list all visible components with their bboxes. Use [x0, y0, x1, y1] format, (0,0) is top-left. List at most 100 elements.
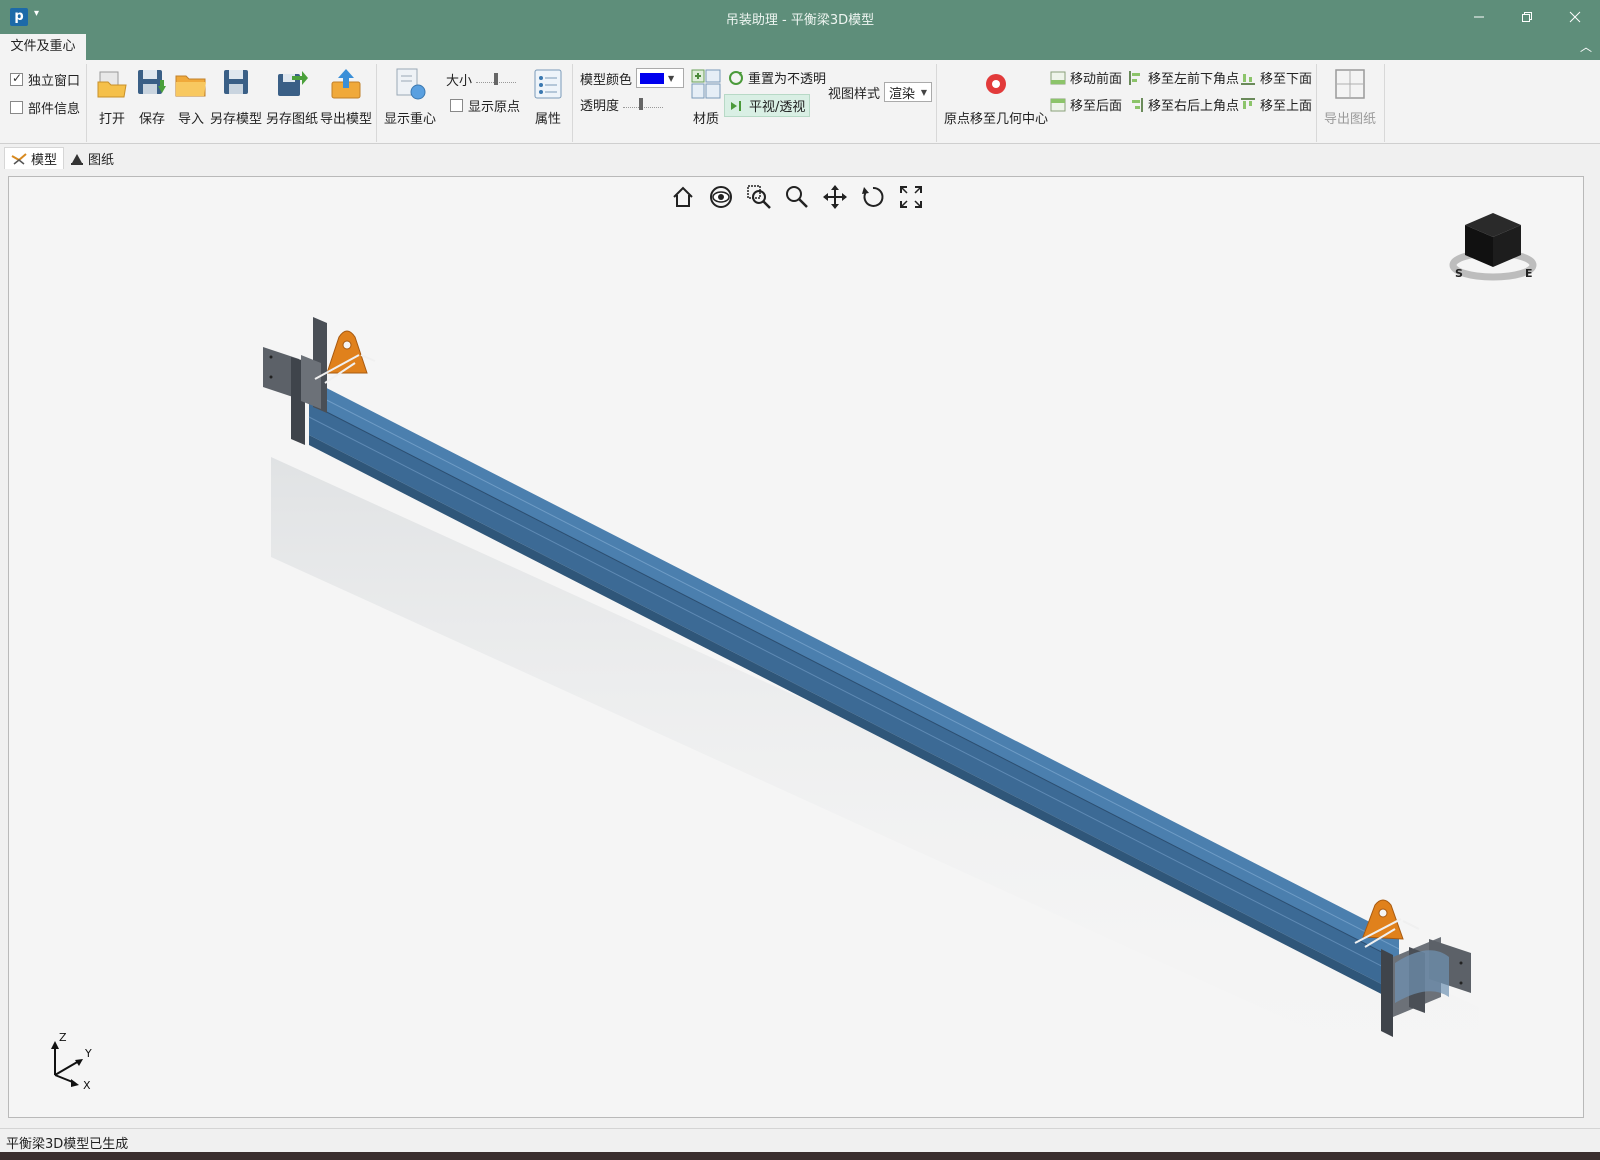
import-button[interactable]: 导入	[173, 66, 209, 127]
group-divider	[376, 64, 377, 142]
group-divider	[936, 64, 937, 142]
move-back-label: 移至后面	[1070, 99, 1123, 114]
model-color-picker[interactable]: ▼	[636, 68, 685, 88]
fullscreen-icon	[900, 186, 922, 208]
beam-shadow	[271, 457, 1479, 1107]
axis-z-label: Z	[59, 1033, 67, 1044]
view-style-select[interactable]: 渲染 ▼	[884, 82, 933, 102]
ortho-perspective-toggle[interactable]: 平视/透视	[724, 94, 811, 117]
origin-to-center-button[interactable]: 原点移至几何中心	[944, 66, 1048, 127]
checkbox-box[interactable]	[10, 101, 23, 114]
properties-icon	[534, 69, 562, 99]
centroid-icon	[396, 68, 426, 100]
move-top-label: 移至上面	[1260, 99, 1313, 114]
transparency-control: 透明度	[580, 95, 664, 114]
export-drawing-icon	[1335, 69, 1365, 99]
save-button[interactable]: 保存	[134, 66, 170, 127]
properties-label: 属性	[534, 112, 561, 127]
move-front-button[interactable]: 移动前面	[1050, 68, 1122, 87]
tab-model[interactable]: 模型	[4, 147, 65, 169]
home-view-button[interactable]	[669, 183, 697, 211]
material-button[interactable]: 材质	[688, 66, 724, 127]
beam-3d-model[interactable]	[9, 177, 1585, 1119]
minimize-button[interactable]	[1456, 0, 1502, 34]
eye-icon	[710, 186, 732, 208]
minimize-icon	[1474, 16, 1484, 18]
export-drawing-button[interactable]: 导出图纸	[1324, 66, 1376, 127]
view-style-control: 视图样式 渲染 ▼	[828, 82, 933, 102]
show-origin-checkbox[interactable]: 显示原点	[450, 96, 520, 115]
properties-button[interactable]: 属性	[530, 66, 566, 127]
size-slider[interactable]	[476, 72, 517, 87]
show-centroid-button[interactable]: 显示重心	[384, 66, 436, 127]
checkbox-box[interactable]	[450, 99, 463, 112]
save-model-as-button[interactable]: 另存模型	[210, 66, 262, 127]
close-button[interactable]	[1552, 0, 1598, 34]
ortho-perspective-label: 平视/透视	[749, 100, 806, 115]
perspective-icon	[731, 100, 741, 111]
close-icon	[1569, 11, 1581, 23]
show-centroid-label: 显示重心	[384, 112, 437, 127]
transparency-slider[interactable]	[623, 97, 664, 112]
group-divider	[572, 64, 573, 142]
checkbox-box[interactable]	[10, 71, 23, 86]
move-right-back-top-label: 移至右后上角点	[1148, 99, 1240, 114]
move-front-icon	[1050, 71, 1066, 84]
rotate-button[interactable]	[859, 183, 887, 211]
export-model-label: 导出模型	[320, 112, 373, 127]
align-right-icon	[1132, 97, 1143, 112]
move-top-button[interactable]: 移至上面	[1240, 95, 1312, 114]
save-model-as-label: 另存模型	[210, 112, 263, 127]
move-right-back-top-button[interactable]: 移至右后上角点	[1128, 95, 1239, 114]
align-left-icon	[1129, 70, 1140, 85]
home-icon	[673, 186, 693, 207]
tab-model-label: 模型	[31, 153, 58, 168]
export-model-icon	[331, 69, 361, 99]
view-toolbar	[669, 183, 925, 211]
export-drawing-label: 导出图纸	[1324, 112, 1377, 127]
move-left-front-bottom-button[interactable]: 移至左前下角点	[1128, 68, 1239, 87]
model-tab-icon	[11, 152, 27, 165]
chevron-down-icon: ▼	[920, 87, 928, 97]
beam-body	[308, 379, 1400, 1003]
tab-file-and-centroid[interactable]: 文件及重心	[0, 34, 86, 60]
open-label: 打开	[98, 112, 125, 127]
reset-opaque-button[interactable]: 重置为不透明	[728, 68, 826, 87]
view-style-label: 视图样式	[828, 86, 881, 102]
axis-y-label: Y	[84, 1047, 92, 1060]
move-back-button[interactable]: 移至后面	[1050, 95, 1122, 114]
import-folder-icon	[175, 75, 206, 97]
pan-icon	[823, 185, 847, 209]
restore-button[interactable]	[1504, 0, 1550, 34]
move-bottom-label: 移至下面	[1260, 72, 1313, 87]
export-model-button[interactable]: 导出模型	[320, 66, 372, 127]
window-title: 吊装助理 - 平衡梁3D模型	[725, 13, 875, 28]
tab-drawing[interactable]: 图纸	[64, 147, 120, 169]
material-label: 材质	[692, 112, 719, 127]
parts-info-checkbox[interactable]: 部件信息	[10, 98, 80, 117]
standalone-window-label: 独立窗口	[28, 74, 81, 89]
save-drawing-as-button[interactable]: 另存图纸	[266, 66, 318, 127]
viewcube-s-label: S	[1455, 267, 1463, 280]
reset-icon	[729, 70, 743, 85]
open-button[interactable]: 打开	[94, 66, 130, 127]
move-bottom-button[interactable]: 移至下面	[1240, 68, 1312, 87]
rotate-icon	[862, 186, 884, 207]
fullscreen-button[interactable]	[897, 183, 925, 211]
zoom-window-icon	[747, 185, 771, 209]
group-divider	[1316, 64, 1317, 142]
origin-to-center-label: 原点移至几何中心	[944, 112, 1049, 127]
color-swatch	[640, 72, 665, 84]
look-at-button[interactable]	[707, 183, 735, 211]
tab-drawing-label: 图纸	[88, 152, 115, 168]
axes-triad: Z Y X	[51, 1033, 92, 1092]
zoom-button[interactable]	[783, 183, 811, 211]
restore-icon	[1522, 12, 1532, 22]
view-cube[interactable]: S E	[1449, 205, 1539, 285]
standalone-window-checkbox[interactable]: 独立窗口	[10, 70, 80, 89]
zoom-icon	[786, 186, 808, 208]
zoom-window-button[interactable]	[745, 183, 773, 211]
3d-viewport[interactable]: S E Z Y X	[8, 176, 1584, 1118]
ribbon-collapse-icon[interactable]: ︿	[1580, 38, 1592, 55]
pan-button[interactable]	[821, 183, 849, 211]
